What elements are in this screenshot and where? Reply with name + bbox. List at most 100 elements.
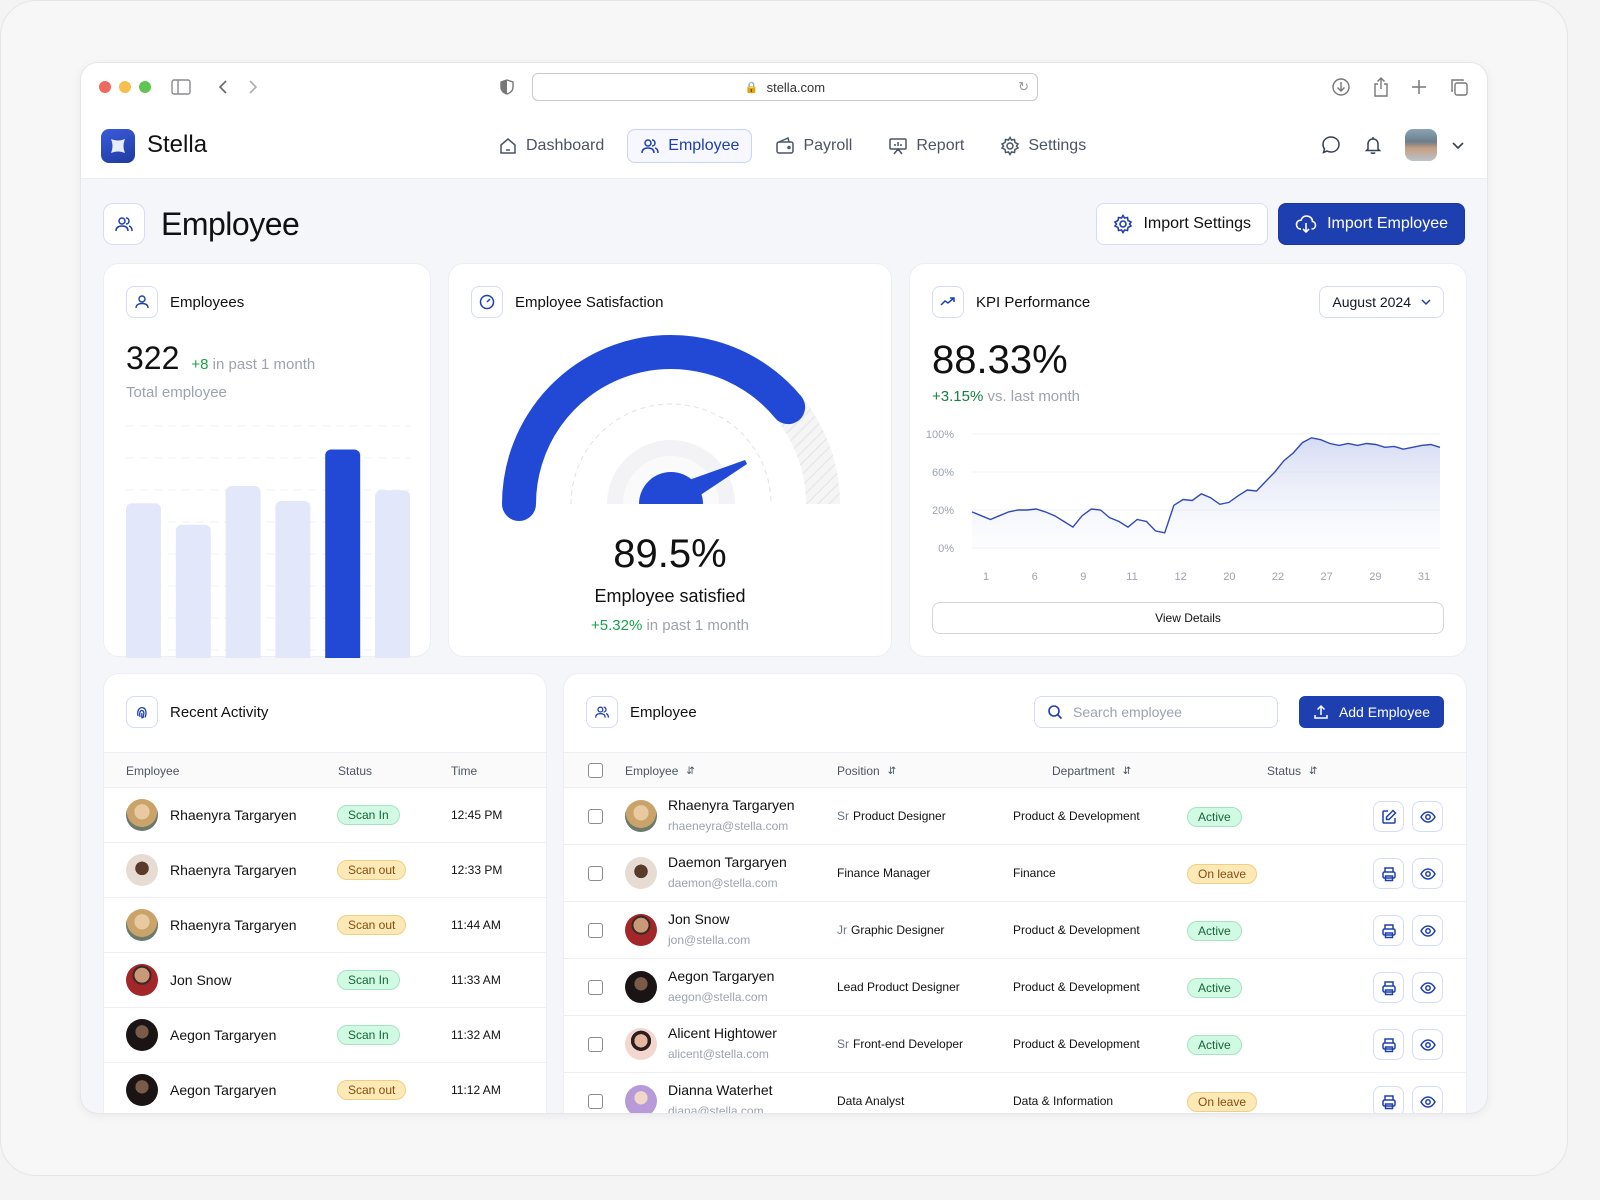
reload-icon[interactable]: ↻	[1018, 79, 1029, 95]
users-icon	[594, 706, 610, 718]
activity-row[interactable]: Jon Snow Scan In 11:33 AM	[104, 953, 546, 1008]
avatar	[126, 964, 158, 996]
print-button[interactable]	[1373, 1086, 1404, 1113]
activity-row[interactable]: Rhaenyra Targaryen Scan out 12:33 PM	[104, 843, 546, 898]
activity-row[interactable]: Aegon Targaryen Scan In 11:32 AM	[104, 1008, 546, 1063]
nav-employee[interactable]: Employee	[627, 129, 753, 163]
bar[interactable]	[175, 524, 211, 658]
row-checkbox[interactable]	[588, 923, 603, 938]
row-checkbox[interactable]	[588, 866, 603, 881]
bar[interactable]	[325, 449, 361, 658]
maximize-window-button[interactable]	[139, 81, 151, 93]
x-tick-label: 20	[1223, 571, 1235, 583]
bar[interactable]	[275, 501, 311, 658]
share-icon[interactable]	[1371, 77, 1391, 97]
users-icon	[641, 139, 660, 154]
wallet-icon	[776, 136, 795, 154]
col-position-sort[interactable]: Position ⇵	[837, 764, 896, 778]
col-department-sort[interactable]: Department ⇵	[1052, 764, 1131, 778]
bar[interactable]	[375, 490, 410, 658]
activity-row[interactable]: Aegon Targaryen Scan out 11:12 AM	[104, 1063, 546, 1113]
edit-icon	[1381, 808, 1397, 824]
department: Finance	[1013, 866, 1056, 880]
row-checkbox[interactable]	[588, 1094, 603, 1109]
add-employee-button[interactable]: Add Employee	[1298, 696, 1444, 728]
view-details-button[interactable]: View Details	[932, 602, 1444, 634]
row-checkbox[interactable]	[588, 1037, 603, 1052]
nav-settings[interactable]: Settings	[987, 129, 1099, 163]
period-dropdown[interactable]: August 2024	[1319, 286, 1444, 318]
nav-dashboard[interactable]: Dashboard	[485, 129, 617, 163]
download-icon[interactable]	[1331, 77, 1351, 97]
y-tick-label: 0%	[938, 543, 954, 555]
employee-row[interactable]: Daemon Targaryen daemon@stella.com Finance…	[564, 845, 1466, 902]
nav-report[interactable]: Report	[875, 129, 977, 163]
employee-row[interactable]: Dianna Waterhet diana@stella.com Data Anal…	[564, 1073, 1466, 1113]
forward-icon[interactable]	[243, 77, 263, 97]
col-status-sort[interactable]: Status ⇵	[1267, 764, 1317, 778]
brand-name: Stella	[147, 131, 208, 158]
activity-time: 11:44 AM	[451, 918, 501, 932]
view-button[interactable]	[1412, 801, 1443, 832]
status-badge: On leave	[1187, 1092, 1258, 1112]
fingerprint-icon	[137, 707, 147, 719]
minimize-window-button[interactable]	[119, 81, 131, 93]
print-button[interactable]	[1373, 972, 1404, 1003]
employee-row[interactable]: Jon Snow jon@stella.com Jr Graphic Designer…	[564, 902, 1466, 959]
sidebar-toggle-icon[interactable]	[171, 77, 191, 97]
select-all-checkbox[interactable]	[588, 763, 603, 778]
view-button[interactable]	[1412, 858, 1443, 889]
activity-time: 12:45 PM	[451, 808, 503, 822]
employee-row[interactable]: Rhaenyra Targaryen rhaeneyra@stella.com Sr…	[564, 788, 1466, 845]
kpi-area	[972, 437, 1440, 548]
col-employee: Employee	[126, 764, 180, 778]
nav-payroll-label: Payroll	[803, 137, 853, 154]
printer-icon	[1381, 980, 1396, 995]
bar[interactable]	[225, 486, 261, 658]
bell-icon[interactable]	[1363, 135, 1383, 155]
activity-row[interactable]: Rhaenyra Targaryen Scan In 12:45 PM	[104, 788, 546, 843]
activity-row[interactable]: Rhaenyra Targaryen Scan out 11:44 AM	[104, 898, 546, 953]
stella-logo[interactable]	[101, 129, 135, 163]
chat-icon[interactable]	[1321, 135, 1341, 155]
search-employee-input[interactable]: Search employee	[1034, 696, 1278, 728]
view-button[interactable]	[1412, 972, 1443, 1003]
nav-payroll[interactable]: Payroll	[762, 129, 865, 163]
tabs-overview-icon[interactable]	[1449, 77, 1469, 97]
chevron-down-icon[interactable]	[1451, 138, 1465, 152]
view-button[interactable]	[1412, 1086, 1443, 1113]
print-button[interactable]	[1373, 1029, 1404, 1060]
employee-row[interactable]: Alicent Hightower alicent@stella.com Sr Fro…	[564, 1016, 1466, 1073]
url-bar[interactable]: 🔒 stella.com ↻	[532, 73, 1038, 101]
row-checkbox[interactable]	[588, 980, 603, 995]
x-tick-label: 9	[1080, 571, 1086, 583]
view-button[interactable]	[1412, 1029, 1443, 1060]
employee-row[interactable]: Aegon Targaryen aegon@stella.com Lead Prod…	[564, 959, 1466, 1016]
employee-name: Aegon Targaryen	[170, 1027, 277, 1043]
col-employee-sort[interactable]: Employee ⇵	[625, 764, 695, 778]
shield-icon[interactable]	[497, 77, 517, 97]
position-level: Sr	[837, 1037, 849, 1051]
department: Product & Development	[1013, 923, 1140, 937]
avatar	[625, 914, 657, 946]
row-checkbox[interactable]	[588, 809, 603, 824]
department: Product & Development	[1013, 809, 1140, 823]
import-employee-button[interactable]: Import Employee	[1278, 203, 1465, 245]
new-tab-icon[interactable]	[1409, 77, 1429, 97]
edit-button[interactable]	[1373, 801, 1404, 832]
print-button[interactable]	[1373, 858, 1404, 889]
back-icon[interactable]	[213, 77, 233, 97]
activity-table-header: Employee Status Time	[104, 752, 546, 788]
bar[interactable]	[126, 503, 161, 658]
import-settings-button[interactable]: Import Settings	[1096, 203, 1269, 245]
close-window-button[interactable]	[99, 81, 111, 93]
view-button[interactable]	[1412, 915, 1443, 946]
lock-icon: 🔒	[744, 81, 759, 94]
department: Product & Development	[1013, 1037, 1140, 1051]
fingerprint-icon-box	[126, 696, 158, 728]
employee-name: Rhaenyra Targaryen	[668, 797, 795, 813]
print-button[interactable]	[1373, 915, 1404, 946]
user-avatar[interactable]	[1405, 129, 1437, 161]
employee-name: Rhaenyra Targaryen	[170, 917, 297, 933]
col-department-label: Department	[1052, 764, 1115, 778]
